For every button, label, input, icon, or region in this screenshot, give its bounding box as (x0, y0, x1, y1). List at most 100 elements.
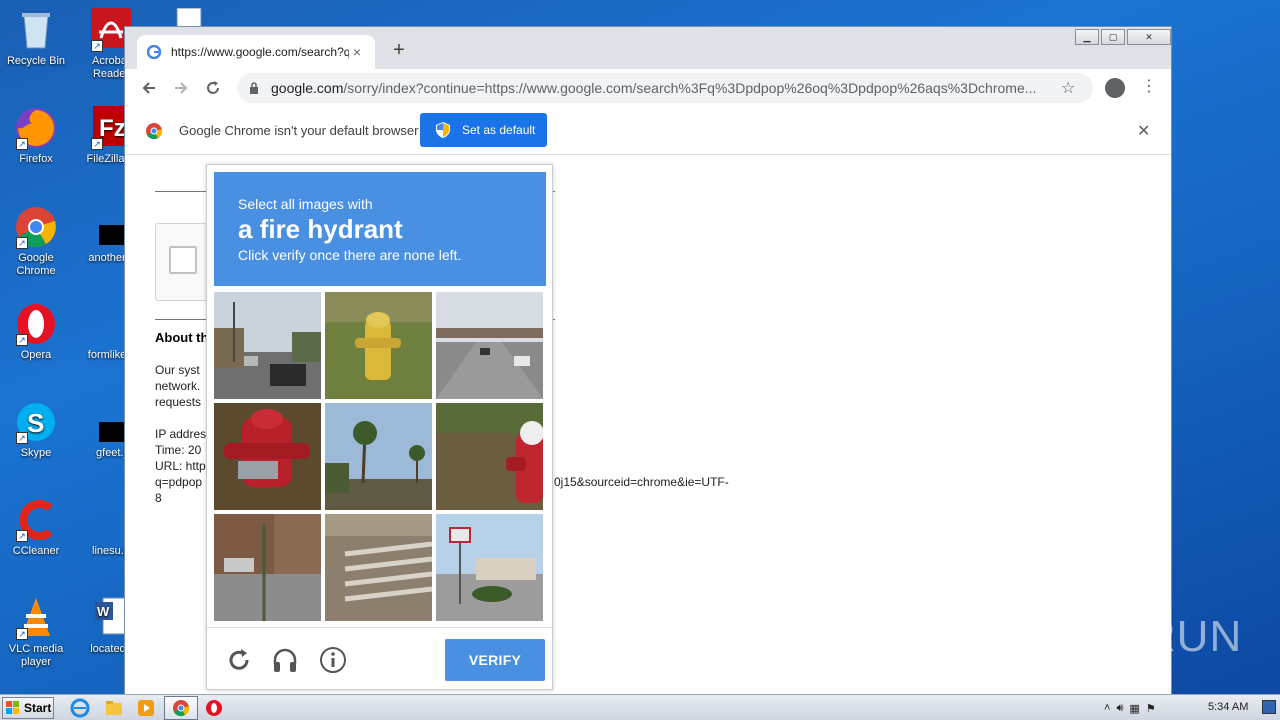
reload-icon (229, 649, 249, 670)
url-text: google.com/sorry/index?continue=https://… (271, 80, 1061, 96)
challenge-tile[interactable] (214, 403, 321, 510)
svg-text:W: W (97, 604, 110, 619)
desktop-icon-skype[interactable]: S ↗ Skype (1, 400, 71, 460)
audio-challenge-button[interactable] (271, 646, 299, 674)
skype-icon: S ↗ (14, 400, 58, 444)
verify-button[interactable]: VERIFY (445, 639, 545, 681)
default-browser-infobar: Google Chrome isn't your default browser… (125, 107, 1171, 155)
challenge-subinstruction: Click verify once there are none left. (238, 247, 462, 263)
shortcut-arrow-icon: ↗ (16, 138, 28, 150)
windows-logo-icon (6, 701, 19, 714)
tab-title: https://www.google.com/search?q= (171, 45, 349, 59)
start-button[interactable]: Start (2, 697, 54, 719)
new-tab-button[interactable]: + (387, 39, 411, 63)
challenge-tile[interactable] (436, 514, 543, 621)
bookmark-star-icon[interactable]: ☆ (1061, 78, 1081, 98)
page-text-line: URL: http (155, 459, 206, 473)
challenge-tile[interactable] (325, 514, 432, 621)
more-menu-icon[interactable]: ⋮ (1141, 77, 1157, 97)
headphones-icon (273, 648, 297, 672)
page-text-line: q=pdpop (155, 475, 203, 489)
forward-button[interactable] (165, 72, 197, 104)
google-favicon-icon (147, 45, 161, 59)
about-heading: About th (155, 330, 209, 345)
desktop-icon-vlc[interactable]: ↗ VLC media player (1, 596, 71, 669)
action-center-flag-icon[interactable]: ⚑ (1146, 702, 1156, 715)
browser-tab[interactable]: https://www.google.com/search?q= × (137, 35, 375, 69)
shortcut-arrow-icon: ↗ (91, 138, 103, 150)
desktop-icon-opera[interactable]: ↗ Opera (1, 302, 71, 362)
recaptcha-challenge: Select all images with a fire hydrant Cl… (206, 164, 553, 690)
desktop-icon-firefox[interactable]: ↗ Firefox (1, 106, 71, 166)
opera-icon: ↗ (14, 302, 58, 346)
browser-toolbar: google.com/sorry/index?continue=https://… (125, 69, 1171, 107)
desktop-icon-label: Skype (20, 447, 52, 459)
shortcut-arrow-icon: ↗ (16, 530, 28, 542)
desktop-icon-recycle-bin[interactable]: Recycle Bin (1, 8, 71, 68)
challenge-tile[interactable] (214, 514, 321, 621)
desktop-icon-label: CCleaner (12, 545, 60, 557)
tab-close-button[interactable]: × (349, 44, 365, 60)
infobar-close-button[interactable]: ✕ (1137, 121, 1150, 141)
firefox-icon: ↗ (14, 106, 58, 150)
challenge-header: Select all images with a fire hydrant Cl… (214, 172, 546, 286)
profile-avatar-icon[interactable] (1105, 78, 1125, 98)
shortcut-arrow-icon: ↗ (16, 237, 28, 249)
reload-button[interactable] (197, 72, 229, 104)
arrow-right-icon (175, 82, 188, 94)
window-close-button[interactable]: ✕ (1127, 29, 1171, 45)
desktop-icon-label: Opera (20, 349, 52, 361)
page-text-line: requests (155, 395, 202, 409)
svg-text:S: S (27, 408, 44, 438)
challenge-help-button[interactable] (319, 646, 347, 674)
chrome-icon (146, 123, 163, 140)
opera-taskbar-icon[interactable] (204, 698, 224, 718)
minimize-button[interactable]: ▁ (1075, 29, 1099, 45)
shortcut-arrow-icon: ↗ (16, 628, 28, 640)
recycle-bin-icon (14, 8, 58, 52)
anyrun-watermark: ANY RUN (1038, 612, 1243, 661)
media-player-icon[interactable] (136, 698, 156, 718)
chrome-icon: ↗ (14, 205, 58, 249)
tab-strip: https://www.google.com/search?q= × + ▁ ▢… (125, 27, 1171, 69)
desktop-icon-ccleaner[interactable]: ↗ CCleaner (1, 498, 71, 558)
desktop-icon-chrome[interactable]: ↗ Google Chrome (1, 205, 71, 278)
taskbar-chrome-active[interactable] (164, 696, 198, 720)
challenge-tile[interactable] (325, 292, 432, 399)
shortcut-arrow-icon: ↗ (91, 40, 103, 52)
page-text-line: IP addres (155, 427, 207, 441)
network-icon[interactable]: ▦ (1129, 702, 1139, 715)
tray-expand-icon[interactable]: ˄ (1104, 702, 1110, 714)
file-explorer-icon[interactable] (104, 698, 124, 718)
address-bar[interactable]: google.com/sorry/index?continue=https://… (237, 73, 1093, 103)
challenge-tile[interactable] (214, 292, 321, 399)
ccleaner-icon: ↗ (14, 498, 58, 542)
shortcut-arrow-icon: ↗ (16, 432, 28, 444)
show-desktop-button[interactable] (1262, 700, 1276, 714)
page-text-line: 8 (155, 491, 162, 505)
start-label: Start (24, 701, 52, 715)
internet-explorer-icon[interactable] (70, 698, 90, 718)
taskbar: Start ˄ 🔊︎ ▦ ⚑ 5:34 AM (0, 694, 1280, 720)
volume-icon[interactable]: 🔊︎ (1116, 702, 1123, 715)
challenge-footer: VERIFY (207, 627, 552, 691)
taskbar-clock[interactable]: 5:34 AM (1208, 701, 1248, 713)
page-text-line: Time: 20 (155, 443, 202, 457)
challenge-tile[interactable] (436, 403, 543, 510)
back-button[interactable] (133, 72, 165, 104)
recaptcha-checkbox[interactable] (169, 246, 197, 274)
restore-button[interactable]: ▢ (1101, 29, 1125, 45)
shield-icon (436, 122, 450, 138)
reload-challenge-button[interactable] (225, 646, 253, 674)
url-path: /sorry/index?continue=https://www.google… (343, 80, 1037, 96)
challenge-target: a fire hydrant (238, 214, 403, 244)
desktop-icon-label: Firefox (19, 153, 53, 165)
set-as-default-button[interactable]: Set as default (420, 113, 547, 147)
challenge-image-grid (214, 292, 546, 621)
arrow-left-icon (142, 82, 155, 94)
vlc-icon: ↗ (14, 596, 58, 640)
challenge-tile[interactable] (436, 292, 543, 399)
challenge-instruction: Select all images with (238, 196, 373, 212)
challenge-tile[interactable] (325, 403, 432, 510)
system-tray: ˄ 🔊︎ ▦ ⚑ (1104, 695, 1156, 720)
